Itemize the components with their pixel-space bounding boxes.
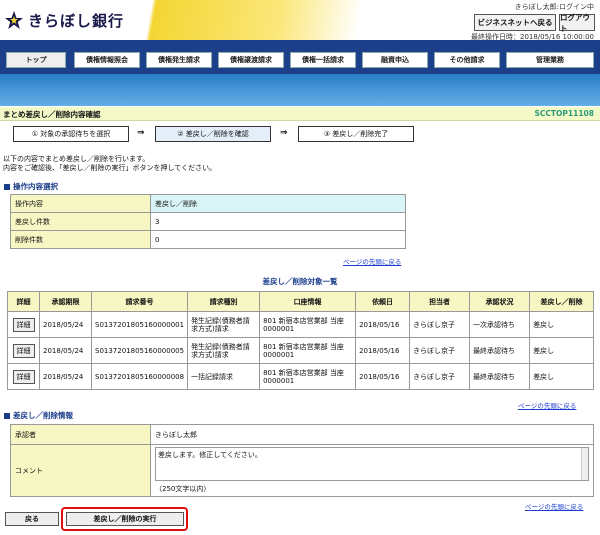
due-date: 2018/05/24 (39, 363, 92, 390)
tab-top[interactable]: トップ (6, 52, 66, 68)
delete-count-label: 削除件数 (10, 230, 151, 249)
info-table: 承認者 きらぼし太郎 コメント 差戻します。修正してください。 （250文字以内） (10, 424, 594, 497)
due-date: 2018/05/24 (39, 311, 92, 338)
scrollbar[interactable] (581, 448, 588, 480)
operation-label: 操作内容 (10, 194, 151, 213)
delete-count-value: 0 (150, 230, 406, 249)
page-top-link[interactable]: ページの先頭に戻る (343, 256, 401, 266)
return-count-label: 差戻し件数 (10, 212, 151, 231)
instructions: 以下の内容でまとめ差戻し／削除を行います。 内容をご確認後、「差戻し／削除の実行… (3, 155, 216, 173)
owner: きらぼし京子 (409, 363, 471, 390)
operation-value: 差戻し／削除 (150, 194, 406, 213)
star-logo-icon (4, 10, 24, 30)
header: きらぼし銀行 きらぼし太郎:ログイン中 ビジネスネットヘ戻る ログアウト 最終操… (0, 0, 600, 41)
tab-loan[interactable]: 融資申込 (362, 52, 428, 68)
highlight-ring (61, 507, 188, 531)
tab-claim-transfer[interactable]: 債権譲渡請求 (218, 52, 284, 68)
step-arrow-icon: ⇒ (137, 128, 145, 138)
owner: きらぼし京子 (409, 311, 471, 338)
section-title: 差戻し／削除情報 (13, 411, 73, 420)
bank-name: きらぼし銀行 (28, 11, 125, 30)
page-title: まとめ差戻し／削除内容確認 (3, 110, 101, 119)
login-status: きらぼし太郎:ログイン中 (514, 3, 594, 11)
account-info: 801 新宿本店営業部 当座 0000001 (259, 363, 357, 390)
operation-table: 操作内容 差戻し／削除 差戻し件数 3 削除件数 0 (10, 194, 406, 249)
detail-button[interactable]: 詳細 (12, 343, 35, 358)
account-info: 801 新宿本店営業部 当座 0000001 (259, 311, 357, 338)
table-header-row: 詳細 承認期限 請求番号 請求種別 口座情報 依頼日 担当者 承認状況 差戻し／… (7, 291, 594, 312)
char-limit: （250文字以内） (155, 485, 211, 493)
action: 差戻し (529, 311, 594, 338)
target-list-table: 詳細 承認期限 請求番号 請求種別 口座情報 依頼日 担当者 承認状況 差戻し／… (7, 291, 594, 390)
instruction-line: 内容をご確認後、「差戻し／削除の実行」ボタンを押してください。 (3, 164, 217, 172)
banner-band (0, 74, 600, 106)
section-title: 操作内容選択 (13, 182, 58, 191)
page-top-link[interactable]: ページの先頭に戻る (518, 400, 576, 410)
page-title-bar: まとめ差戻し／削除内容確認 SCCTOP11108 (0, 107, 600, 121)
account-info: 801 新宿本店営業部 当座 0000001 (259, 337, 357, 364)
step-1: ① 対象の承認待ちを選択 (13, 126, 129, 142)
business-net-button[interactable]: ビジネスネットヘ戻る (474, 14, 556, 31)
col-type: 請求種別 (187, 291, 261, 312)
bank-logo: きらぼし銀行 (4, 7, 144, 33)
request-number: S0137201805160000008 (90, 363, 189, 390)
request-type: 一括記録請求 (187, 363, 261, 390)
col-owner: 担当者 (409, 291, 471, 312)
tab-other[interactable]: その他請求 (434, 52, 500, 68)
due-date: 2018/05/24 (39, 337, 92, 364)
owner: きらぼし京子 (409, 337, 471, 364)
action: 差戻し (529, 363, 594, 390)
table-row: 詳細 2018/05/24 S0137201805160000001 発生記録(… (7, 311, 594, 338)
col-due: 承認期限 (39, 291, 92, 312)
approver-value: きらぼし太郎 (150, 424, 594, 445)
back-button[interactable]: 戻る (5, 512, 59, 526)
square-icon (4, 183, 10, 190)
table-row: 詳細 2018/05/24 S0137201805160000005 発生記録(… (7, 337, 594, 364)
instruction-line: 以下の内容でまとめ差戻し／削除を行います。 (3, 155, 150, 163)
main-nav: トップ 債権情報照会 債権発生請求 債権譲渡請求 債権一括請求 融資申込 その他… (0, 40, 600, 74)
info-section-heading: 差戻し／削除情報 (4, 410, 73, 421)
table-row: 詳細 2018/05/24 S0137201805160000008 一括記録請… (7, 363, 594, 390)
detail-button[interactable]: 詳細 (12, 317, 35, 332)
operation-section-heading: 操作内容選択 (4, 181, 58, 192)
step-arrow-icon: ⇒ (280, 128, 288, 138)
approval-status: 最終承認待ち (469, 363, 531, 390)
page-top-link[interactable]: ページの先頭に戻る (525, 501, 583, 511)
col-account: 口座情報 (259, 291, 357, 312)
logout-button[interactable]: ログアウト (559, 13, 595, 33)
request-date: 2018/05/16 (355, 363, 411, 390)
tab-bulk-request[interactable]: 債権一括請求 (290, 52, 356, 68)
comment-textarea[interactable]: 差戻します。修正してください。 (155, 447, 589, 481)
step-3: ③ 差戻し／削除完了 (298, 126, 414, 142)
return-count-value: 3 (150, 212, 406, 231)
approval-status: 一次承認待ち (469, 311, 531, 338)
detail-button[interactable]: 詳細 (12, 369, 35, 384)
tab-admin[interactable]: 管理業務 (506, 52, 594, 68)
col-request-date: 依頼日 (355, 291, 411, 312)
request-number: S0137201805160000001 (90, 311, 189, 338)
header-decoration (120, 0, 520, 40)
step-2-current: ② 差戻し／削除を確認 (155, 126, 271, 142)
action: 差戻し (529, 337, 594, 364)
request-type: 発生記録(債務者請求方式)請求 (187, 311, 261, 338)
tab-claim-inquiry[interactable]: 債権情報照会 (74, 52, 140, 68)
col-action: 差戻し／削除 (529, 291, 594, 312)
request-number: S0137201805160000005 (90, 337, 189, 364)
request-date: 2018/05/16 (355, 311, 411, 338)
comment-label: コメント (10, 444, 151, 497)
request-date: 2018/05/16 (355, 337, 411, 364)
approver-label: 承認者 (10, 424, 151, 445)
col-status: 承認状況 (469, 291, 531, 312)
approval-status: 最終承認待ち (469, 337, 531, 364)
request-type: 発生記録(債務者請求方式)請求 (187, 337, 261, 364)
screen-id: SCCTOP11108 (534, 109, 595, 118)
comment-text: 差戻します。修正してください。 (158, 451, 262, 459)
col-no: 請求番号 (90, 291, 189, 312)
square-icon (4, 412, 10, 419)
list-title: 差戻し／削除対象一覧 (262, 277, 338, 286)
tab-claim-issue[interactable]: 債権発生請求 (146, 52, 212, 68)
col-detail: 詳細 (7, 291, 40, 312)
